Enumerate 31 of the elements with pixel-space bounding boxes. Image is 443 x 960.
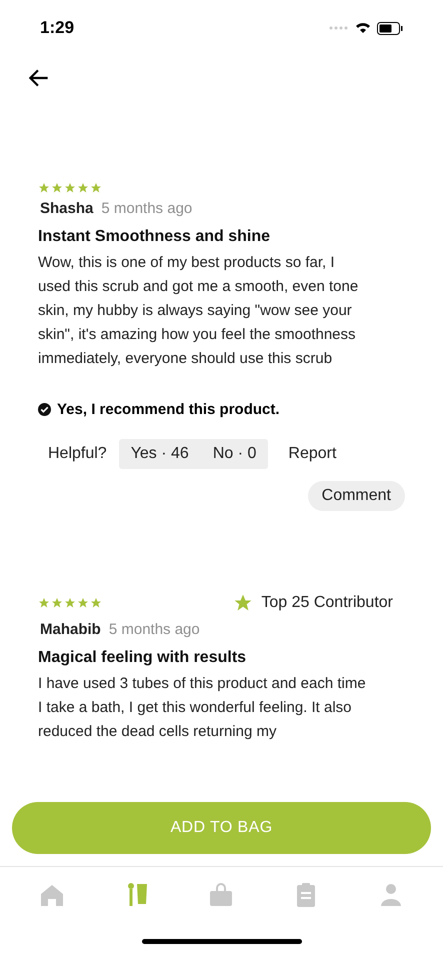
review-time: 5 months ago — [108, 620, 200, 640]
comment-button[interactable]: Comment — [308, 481, 405, 511]
status-time: 1:29 — [40, 17, 74, 40]
star-icon — [90, 182, 102, 194]
contributor-label: Top 25 Contributor — [261, 593, 393, 613]
review-title: Instant Smoothness and shine — [38, 226, 272, 246]
star-icon — [90, 597, 102, 609]
review-title: Magical feeling with results — [38, 648, 248, 668]
star-icon — [38, 597, 50, 609]
reviewer-name: Mahabib — [40, 620, 101, 640]
helpful-label: Helpful? — [48, 444, 107, 464]
wifi-icon — [355, 22, 371, 34]
star-icon — [51, 182, 63, 194]
star-icon — [51, 597, 63, 609]
reviewer-name: Shasha — [40, 199, 94, 219]
battery-icon — [377, 22, 403, 34]
review-time: 5 months ago — [101, 199, 192, 219]
star-icon — [77, 597, 89, 609]
signal-icon — [329, 26, 349, 30]
yes-vote-button[interactable]: Yes · 46 — [130, 442, 189, 466]
review-text: Wow, this is one of my best products so far, I used this scrub and got me a smooth, even tone skin, my hubby is always saying "wow see your skin", it's amazing how you feel the smoothness immediately, everyone should use this scrub — [38, 252, 360, 368]
star-icon — [38, 182, 50, 194]
star-icon — [64, 597, 76, 609]
no-vote-button[interactable]: No · 0 — [212, 442, 256, 466]
recommendation-text: Yes, I recommend this product. — [57, 400, 280, 420]
star-icon — [77, 182, 89, 194]
star-icon — [233, 593, 254, 613]
report-link[interactable]: Report — [288, 442, 336, 466]
check-circle-icon — [38, 403, 51, 416]
star-icon — [64, 182, 76, 194]
review-text: I have used 3 tubes of this product and each time I take a bath, I get this wonderful feeling. It also reduced the dead cells returning my — [38, 674, 367, 742]
